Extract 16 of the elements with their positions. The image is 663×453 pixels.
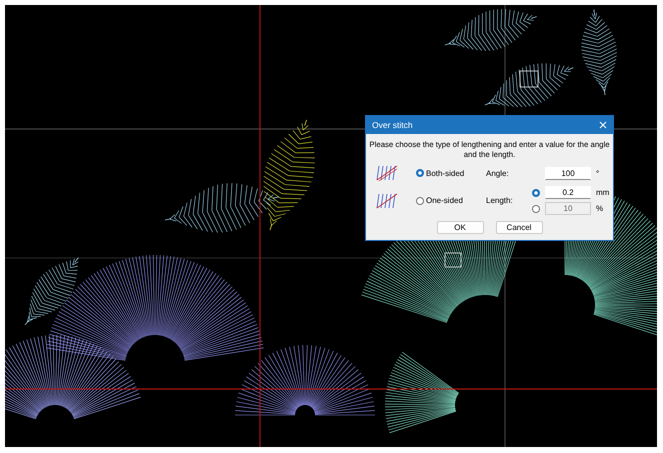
length-field[interactable]: 0.2 [545,186,591,199]
close-icon[interactable] [599,121,607,129]
dialog-title: Over stitch [372,120,413,130]
unit-label: ° [596,168,600,178]
cancel-button[interactable]: Cancel [496,221,542,234]
unit-radio[interactable] [532,188,540,196]
angle-field[interactable]: 100 [545,166,591,180]
unit-label: mm [596,188,610,197]
unit-label: % [596,204,604,213]
stitch-type-radio[interactable]: Both-sided [416,168,486,178]
stitch-type-icon [376,164,398,182]
stitch-type-icon [376,192,398,210]
length-label: Length: [486,196,514,205]
angle-label: Angle: [486,168,510,178]
stitch-type-radio[interactable]: One-sided [416,196,486,205]
ok-button[interactable]: OK [436,221,484,234]
